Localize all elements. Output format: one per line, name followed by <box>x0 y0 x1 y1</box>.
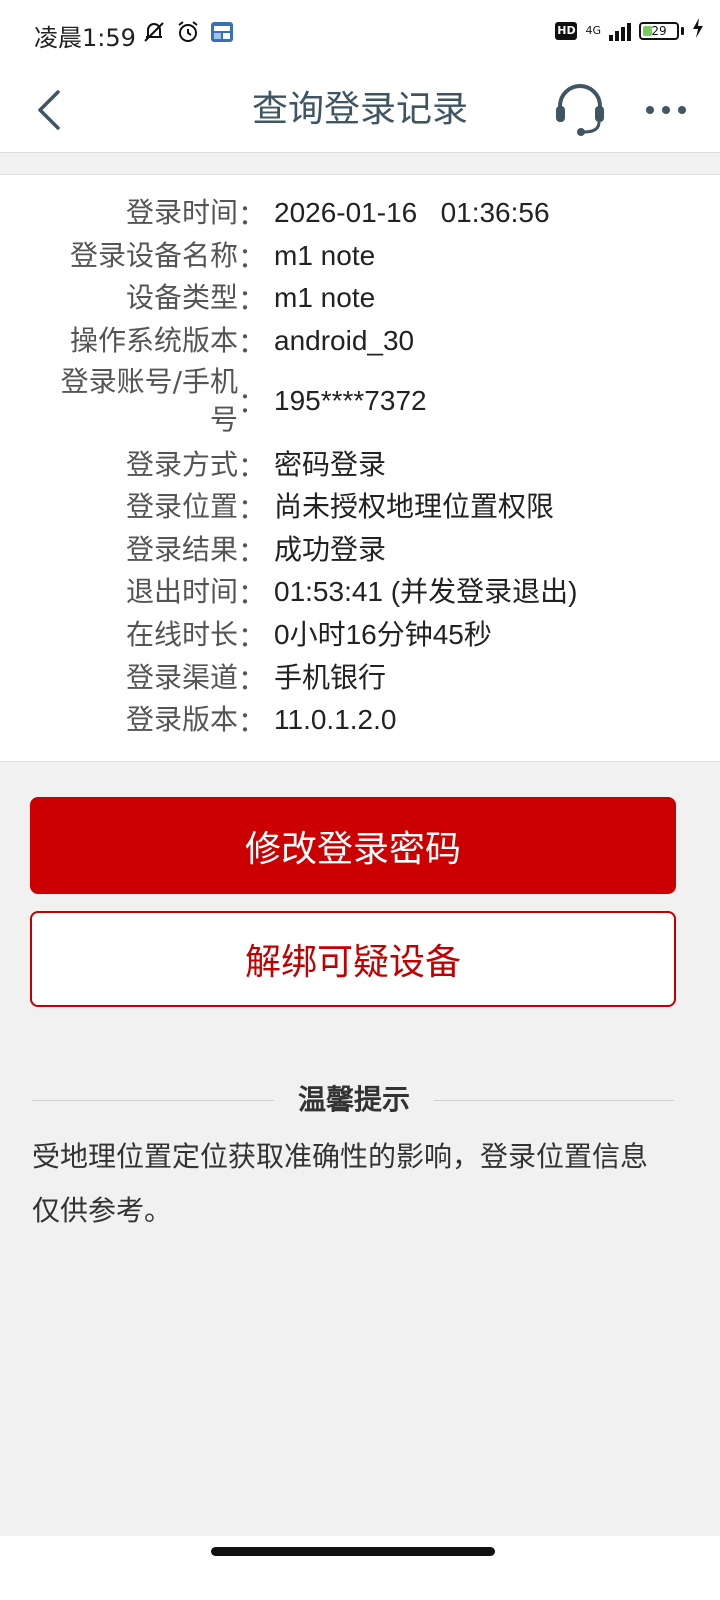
detail-value: 01:53:41 (并发登录退出) <box>274 576 578 607</box>
home-indicator[interactable] <box>211 1547 495 1556</box>
battery-level: 29 <box>651 23 667 38</box>
status-left-icons <box>142 20 234 48</box>
detail-label: 登录设备名称 <box>69 239 238 272</box>
more-dots-icon <box>646 106 686 114</box>
more-button[interactable] <box>636 84 696 136</box>
detail-label: 登录版本 <box>125 703 238 736</box>
tip-title: 温馨提示 <box>274 1080 434 1120</box>
battery-icon: 29 <box>639 21 679 40</box>
detail-colon: ： <box>238 198 267 231</box>
detail-value: 195****7372 <box>274 385 427 416</box>
detail-value: android_30 <box>274 325 415 356</box>
detail-value: 2026-01-16 01:36:56 <box>274 197 550 228</box>
detail-colon: ： <box>238 283 267 316</box>
detail-row-device-type: 设备类型 ： m1 note <box>0 278 720 318</box>
detail-colon: ： <box>238 492 267 525</box>
status-bar: 凌晨1:59 HD 4G 29 <box>0 0 720 70</box>
customer-service-button[interactable] <box>552 80 608 140</box>
detail-colon: ： <box>238 663 267 696</box>
network-type: 4G <box>585 23 601 37</box>
detail-label: 操作系统版本 <box>69 324 238 357</box>
charging-icon <box>692 18 704 43</box>
detail-colon: ： <box>238 386 267 419</box>
detail-colon: ： <box>238 577 267 610</box>
page-title: 查询登录记录 <box>251 89 468 130</box>
detail-row-online-duration: 在线时长 ： 0小时16分钟45秒 <box>0 615 720 655</box>
alarm-icon <box>176 20 200 48</box>
status-time: 凌晨1:59 <box>34 24 136 52</box>
detail-row-logout-time: 退出时间 ： 01:53:41 (并发登录退出) <box>0 572 720 612</box>
detail-label: 登录方式 <box>125 448 238 481</box>
detail-row-account: 登录账号/手机 号 ： 195****7372 <box>0 363 720 439</box>
detail-label: 登录时间 <box>125 196 238 229</box>
detail-label: 退出时间 <box>125 575 238 608</box>
detail-label: 登录渠道 <box>125 661 238 694</box>
unbind-device-button[interactable]: 解绑可疑设备 <box>30 911 676 1007</box>
tip-text: 受地理位置定位获取准确性的影响，登录位置信息仅供参考。 <box>32 1140 649 1227</box>
headset-icon <box>556 84 604 136</box>
detail-label: 登录结果 <box>125 533 238 566</box>
detail-row-login-channel: 登录渠道 ： 手机银行 <box>0 658 720 698</box>
status-right-icons: HD 4G 29 <box>555 18 704 43</box>
detail-label: 登录位置 <box>125 490 238 523</box>
detail-value: 0小时16分钟45秒 <box>274 619 492 650</box>
detail-colon: ： <box>238 450 267 483</box>
detail-colon: ： <box>238 241 267 274</box>
detail-value: 密码登录 <box>274 449 387 480</box>
detail-colon: ： <box>238 620 267 653</box>
battery-tip <box>681 26 684 35</box>
detail-value: m1 note <box>274 240 376 271</box>
change-password-button[interactable]: 修改登录密码 <box>30 797 676 894</box>
detail-value: 成功登录 <box>274 534 387 565</box>
detail-row-login-version: 登录版本 ： 11.0.1.2.0 <box>0 700 720 740</box>
detail-value: 尚未授权地理位置权限 <box>274 491 555 522</box>
detail-label-line2: 号 <box>209 403 238 436</box>
app-notification-icon <box>210 20 234 48</box>
detail-row-os-version: 操作系统版本 ： android_30 <box>0 321 720 361</box>
detail-colon: ： <box>238 535 267 568</box>
login-record-details: 登录时间 ： 2026-01-16 01:36:56 登录设备名称 ： m1 n… <box>0 174 720 762</box>
detail-value: m1 note <box>274 282 376 313</box>
hd-badge: HD <box>555 21 578 40</box>
detail-value: 11.0.1.2.0 <box>274 704 397 735</box>
gesture-bar-area <box>0 1536 720 1600</box>
detail-row-login-location: 登录位置 ： 尚未授权地理位置权限 <box>0 487 720 527</box>
detail-colon: ： <box>238 326 267 359</box>
detail-row-device-name: 登录设备名称 ： m1 note <box>0 236 720 276</box>
detail-value: 手机银行 <box>274 662 387 693</box>
detail-label-line1: 登录账号/手机 <box>60 365 238 398</box>
detail-label: 设备类型 <box>125 281 238 314</box>
detail-label: 在线时长 <box>125 618 238 651</box>
mute-icon <box>142 20 166 48</box>
header: 查询登录记录 <box>0 70 720 153</box>
detail-row-login-result: 登录结果 ： 成功登录 <box>0 530 720 570</box>
detail-colon: ： <box>238 705 267 738</box>
detail-label: 登录账号/手机 号 <box>0 363 238 439</box>
signal-icon <box>609 21 631 41</box>
detail-row-login-time: 登录时间 ： 2026-01-16 01:36:56 <box>0 193 720 233</box>
detail-row-login-method: 登录方式 ： 密码登录 <box>0 445 720 485</box>
